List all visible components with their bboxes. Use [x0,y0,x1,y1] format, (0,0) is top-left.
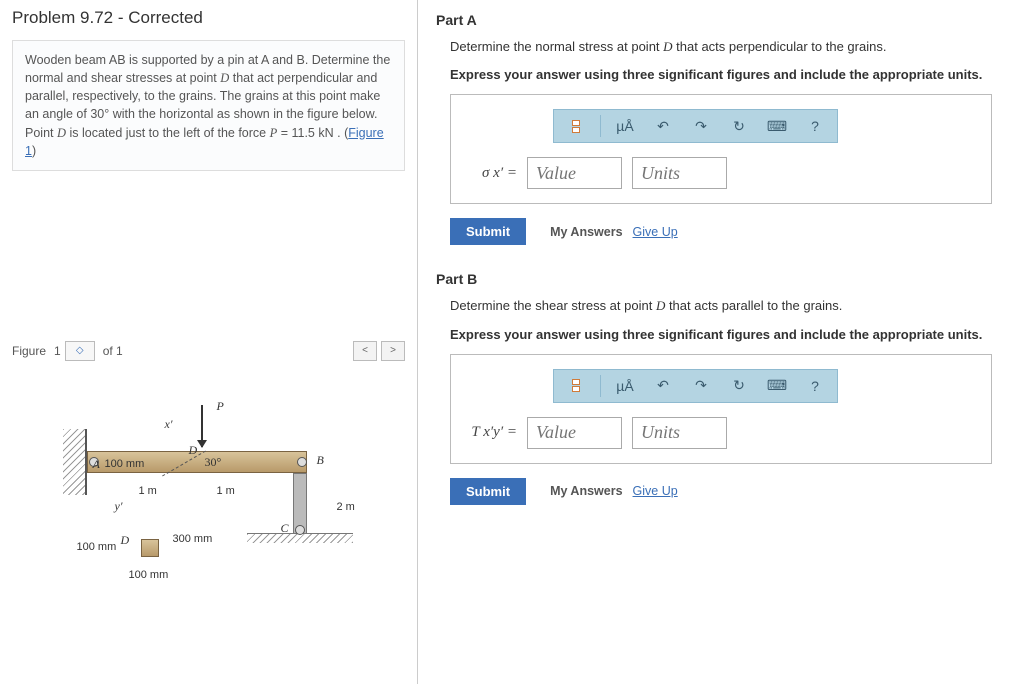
part-a-value-input[interactable] [527,157,622,189]
units-hint-button[interactable]: µÅ [611,374,639,398]
templates-icon[interactable] [562,114,590,138]
stmt-d2: D [57,126,66,140]
dim-2m: 2 m [337,501,355,513]
part-b-submit-button[interactable]: Submit [450,478,526,505]
give-up-link-b[interactable]: Give Up [633,484,678,498]
force-arrow [201,405,203,447]
pb-post: that acts parallel to the grains. [665,298,842,313]
right-pane: Part A Determine the normal stress at po… [418,0,1024,684]
fig-close: ) [32,144,36,158]
dim-100mm-c: 100 mm [129,569,169,581]
part-a-submit-row: Submit My Answers Give Up [450,218,1006,245]
part-a-heading: Part A [436,12,1006,28]
part-b-instruction: Express your answer using three signific… [450,326,1006,344]
tb-sep [600,115,601,137]
stmt-post: is located just to the left of the force [66,126,270,140]
figure-nav: Figure 1 ◇ of 1 < > [12,341,405,361]
part-b-text: Determine the shear stress at point D th… [450,297,1006,315]
keyboard-icon[interactable]: ⌨ [763,374,791,398]
sigma-label: σ x′ = [463,165,517,182]
part-b-submit-row: Submit My Answers Give Up [450,478,1006,505]
figure-label: Figure [12,344,46,358]
tb-sep [600,375,601,397]
pb-pre: Determine the shear stress at point [450,298,656,313]
stmt-d: D [220,71,229,85]
next-figure-button[interactable]: > [381,341,405,361]
undo-icon[interactable]: ↶ [649,374,677,398]
pin-b [297,457,307,467]
part-b-heading: Part B [436,271,1006,287]
label-d2: D [121,533,130,548]
my-answers-label: My Answers [550,225,622,239]
problem-statement: Wooden beam AB is supported by a pin at … [12,40,405,171]
beam-diagram: P x′ y′ A B C D 30° 100 mm 1 m 1 m 2 m 3… [49,381,369,601]
part-a-toolbar: µÅ ↶ ↷ ↻ ⌨ ? [553,109,838,143]
part-a-text: Determine the normal stress at point D t… [450,38,1006,56]
part-a-submit-button[interactable]: Submit [450,218,526,245]
pa-pre: Determine the normal stress at point [450,39,663,54]
label-a: A [93,457,100,472]
part-a-units-input[interactable] [632,157,727,189]
figure-area: P x′ y′ A B C D 30° 100 mm 1 m 1 m 2 m 3… [12,375,405,607]
part-a-answer-box: µÅ ↶ ↷ ↻ ⌨ ? σ x′ = [450,94,992,204]
part-b-units-input[interactable] [632,417,727,449]
label-y: y′ [115,499,123,514]
label-p: P [217,399,224,414]
label-30: 30° [205,455,222,470]
part-b-toolbar: µÅ ↶ ↷ ↻ ⌨ ? [553,369,838,403]
dim-1m-b: 1 m [217,485,235,497]
help-icon[interactable]: ? [801,114,829,138]
pb-d: D [656,298,665,313]
label-b: B [317,453,324,468]
label-d: D [189,443,198,458]
part-b-answer-box: µÅ ↶ ↷ ↻ ⌨ ? T x′y′ = [450,354,992,464]
keyboard-icon[interactable]: ⌨ [763,114,791,138]
pin-c [295,525,305,535]
cross-section [141,539,159,557]
my-answers-label-b: My Answers [550,484,622,498]
prev-figure-button[interactable]: < [353,341,377,361]
reset-icon[interactable]: ↻ [725,114,753,138]
left-pane: Problem 9.72 - Corrected Wooden beam AB … [0,0,418,684]
units-hint-button[interactable]: µÅ [611,114,639,138]
figure-current: 1 [54,344,61,358]
figure-of: of 1 [103,344,123,358]
templates-icon[interactable] [562,374,590,398]
undo-icon[interactable]: ↶ [649,114,677,138]
pa-post: that acts perpendicular to the grains. [673,39,887,54]
label-c: C [281,521,289,536]
dim-100mm-b: 100 mm [77,541,117,553]
part-a-input-row: σ x′ = [463,157,979,189]
give-up-link[interactable]: Give Up [633,225,678,239]
dim-1m-a: 1 m [139,485,157,497]
figure-spinner[interactable]: ◇ [65,341,95,361]
dim-100mm: 100 mm [105,458,145,470]
wall-support [63,429,87,495]
part-a-instruction: Express your answer using three signific… [450,66,1006,84]
redo-icon[interactable]: ↷ [687,114,715,138]
dim-300mm: 300 mm [173,533,213,545]
part-b-value-input[interactable] [527,417,622,449]
tau-label: T x′y′ = [463,424,517,441]
redo-icon[interactable]: ↷ [687,374,715,398]
p-eq: = 11.5 kN . [277,126,344,140]
problem-title: Problem 9.72 - Corrected [12,8,405,28]
label-x: x′ [165,417,173,432]
part-b-input-row: T x′y′ = [463,417,979,449]
reset-icon[interactable]: ↻ [725,374,753,398]
help-icon[interactable]: ? [801,374,829,398]
pa-d: D [663,39,672,54]
